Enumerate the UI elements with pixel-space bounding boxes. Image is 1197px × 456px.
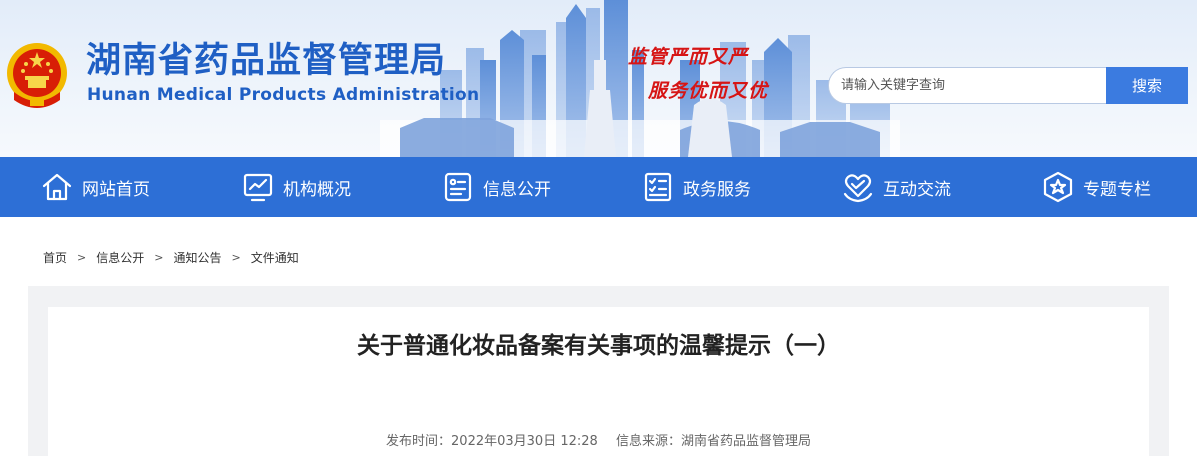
nav-item-label: 政务服务	[683, 179, 751, 200]
breadcrumb-home[interactable]: 首页	[43, 249, 67, 266]
header-banner: 湖南省药品监督管理局 Hunan Medical Products Admini…	[0, 0, 1197, 157]
breadcrumb-info-disclosure[interactable]: 信息公开	[96, 249, 144, 266]
city-skyline-illustration	[380, 0, 900, 157]
nav-item-interaction[interactable]: 互动交流	[841, 157, 951, 217]
home-icon	[42, 173, 72, 201]
nav-item-gov-services[interactable]: 政务服务	[641, 157, 751, 217]
nav-item-special-topics[interactable]: 专题专栏	[1041, 157, 1151, 217]
search-input[interactable]	[828, 67, 1106, 104]
search-bar: 搜索	[828, 67, 1188, 104]
nav-item-label: 网站首页	[82, 179, 150, 200]
nav-item-label: 专题专栏	[1083, 179, 1151, 200]
breadcrumb-file-notices[interactable]: 文件通知	[251, 249, 299, 266]
slogan-line-2: 服务优而又优	[648, 80, 769, 102]
checklist-icon	[644, 172, 672, 202]
nav-item-about[interactable]: 机构概况	[241, 157, 351, 217]
main-nav: 网站首页 机构概况 信息公开 政务服务 互动交流 专题专栏	[0, 157, 1197, 217]
info-source: 信息来源：湖南省药品监督管理局	[615, 434, 811, 449]
article-meta: 发布时间：2022年03月30日 12:28 信息来源：湖南省药品监督管理局	[0, 430, 1197, 449]
national-emblem-icon	[7, 43, 67, 108]
nav-item-label: 信息公开	[483, 179, 551, 200]
nav-item-label: 机构概况	[283, 179, 351, 200]
slogan-line-1: 监管严而又严	[628, 46, 749, 68]
nav-item-info-disclosure[interactable]: 信息公开	[441, 157, 551, 217]
star-badge-icon	[1043, 171, 1073, 203]
breadcrumb: 首页 > 信息公开 > 通知公告 > 文件通知	[43, 249, 299, 266]
breadcrumb-separator: >	[231, 251, 241, 264]
search-button[interactable]: 搜索	[1106, 67, 1188, 104]
site-title-english: Hunan Medical Products Administration	[87, 85, 480, 105]
nav-item-label: 互动交流	[883, 179, 951, 200]
article-title: 关于普通化妆品备案有关事项的温馨提示（一）	[357, 333, 840, 359]
info-card-icon	[444, 172, 472, 202]
site-title: 湖南省药品监督管理局	[86, 41, 447, 81]
nav-item-home[interactable]: 网站首页	[40, 157, 150, 217]
breadcrumb-notices[interactable]: 通知公告	[173, 249, 221, 266]
heart-hands-icon	[843, 174, 873, 203]
monitor-chart-icon	[243, 173, 273, 202]
publish-time: 发布时间：2022年03月30日 12:28	[386, 434, 598, 449]
breadcrumb-separator: >	[77, 251, 87, 264]
breadcrumb-separator: >	[154, 251, 164, 264]
